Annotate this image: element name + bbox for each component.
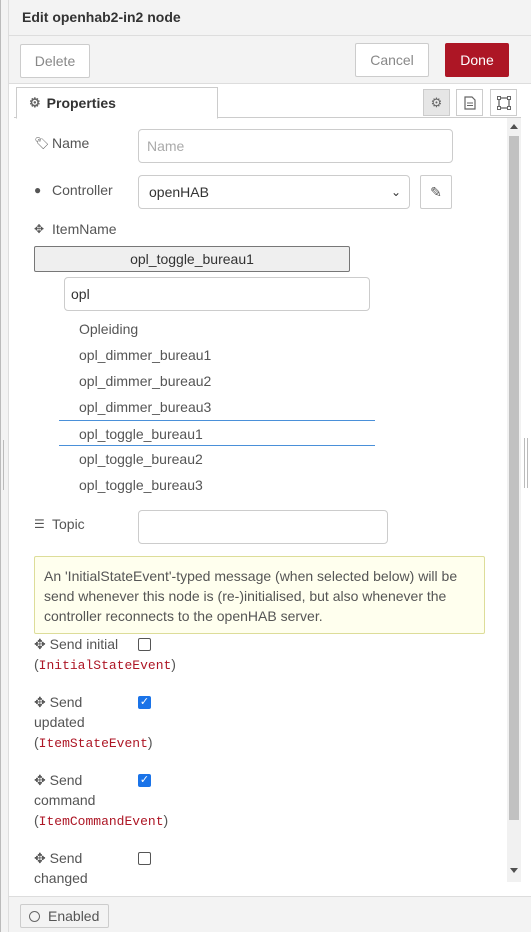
controller-label: ● Controller bbox=[34, 182, 113, 198]
tag-icon: 🏷 bbox=[34, 136, 50, 150]
send-changed-text-2: changed bbox=[34, 870, 88, 886]
info-box: An 'InitialStateEvent'-typed message (wh… bbox=[34, 556, 485, 634]
controller-select[interactable]: openHAB ⌄ bbox=[138, 175, 410, 209]
scroll-down-arrow-icon[interactable] bbox=[510, 868, 518, 873]
name-label: 🏷 Name bbox=[34, 135, 89, 151]
name-input-placeholder: Name bbox=[147, 138, 185, 154]
itemname-selected-button[interactable]: opl_toggle_bureau1 bbox=[34, 246, 350, 272]
scroll-thumb[interactable] bbox=[509, 136, 519, 820]
edit-controller-button[interactable]: ✎ bbox=[420, 175, 452, 209]
send-command-text-1: Send bbox=[49, 772, 83, 788]
topic-label-text: Topic bbox=[52, 516, 85, 532]
tray-header: Edit openhab2-in2 node bbox=[9, 0, 531, 36]
send-updated-label: ✥ Send updated (ItemStateEvent) bbox=[34, 694, 153, 751]
itemname-option-list: Opleiding opl_dimmer_bureau1 opl_dimmer_… bbox=[59, 316, 375, 498]
list-item[interactable]: opl_dimmer_bureau2 bbox=[59, 368, 375, 394]
enabled-label: Enabled bbox=[48, 908, 100, 924]
name-input[interactable]: Name bbox=[138, 129, 453, 163]
list-item-selected[interactable]: opl_toggle_bureau1 bbox=[59, 420, 375, 446]
send-initial-label: ✥ Send initial (InitialStateEvent) bbox=[34, 636, 176, 673]
list-item[interactable]: Opleiding bbox=[59, 316, 375, 342]
frame-icon bbox=[496, 95, 511, 110]
vertical-scrollbar[interactable] bbox=[507, 118, 521, 882]
right-resize-handle[interactable] bbox=[524, 438, 528, 488]
arrows-icon: ✥ bbox=[34, 636, 46, 652]
list-item[interactable]: opl_toggle_bureau2 bbox=[59, 446, 375, 472]
tab-properties-label: Properties bbox=[46, 95, 116, 111]
globe-icon: ● bbox=[34, 183, 42, 197]
itemname-filter-input[interactable]: opl bbox=[64, 277, 370, 311]
send-initial-text: Send initial bbox=[49, 636, 119, 652]
send-command-event: ItemCommandEvent bbox=[38, 814, 164, 829]
send-changed-checkbox[interactable] bbox=[138, 852, 151, 865]
itemname-label: ✥ ItemName bbox=[34, 221, 117, 237]
send-updated-text-2: updated bbox=[34, 714, 85, 730]
list-item[interactable]: opl_dimmer_bureau1 bbox=[59, 342, 375, 368]
list-item[interactable]: opl_toggle_bureau3 bbox=[59, 472, 375, 498]
send-command-text-2: command bbox=[34, 792, 96, 808]
list-icon: ☰ bbox=[34, 517, 45, 531]
chevron-down-icon: ⌄ bbox=[390, 185, 401, 199]
list-item[interactable]: opl_dimmer_bureau3 bbox=[59, 394, 375, 420]
circle-icon bbox=[29, 910, 40, 922]
topic-input[interactable] bbox=[138, 510, 388, 544]
pencil-icon: ✎ bbox=[430, 183, 442, 200]
document-icon bbox=[463, 95, 476, 110]
tray-title: Edit openhab2-in2 node bbox=[22, 9, 181, 25]
send-changed-text-1: Send bbox=[49, 850, 83, 866]
cancel-button[interactable]: Cancel bbox=[355, 43, 429, 77]
arrows-icon: ✥ bbox=[34, 694, 46, 710]
send-changed-label: ✥ Send changed bbox=[34, 848, 88, 888]
send-updated-checkbox[interactable]: ✓ bbox=[138, 696, 151, 709]
tab-settings-icon-button[interactable]: ⚙ bbox=[423, 89, 450, 116]
gear-icon: ⚙ bbox=[430, 94, 443, 110]
arrows-icon: ✥ bbox=[34, 772, 46, 788]
tab-appearance-icon-button[interactable] bbox=[490, 89, 517, 116]
edit-node-tray: Edit openhab2-in2 node Delete Cancel Don… bbox=[0, 0, 531, 932]
tab-bar: ⚙ Properties ⚙ bbox=[14, 87, 521, 119]
arrows-icon: ✥ bbox=[34, 850, 46, 866]
send-command-checkbox[interactable]: ✓ bbox=[138, 774, 151, 787]
arrows-icon: ✥ bbox=[34, 222, 45, 236]
enabled-toggle-button[interactable]: Enabled bbox=[20, 904, 109, 928]
controller-label-text: Controller bbox=[52, 182, 113, 198]
send-initial-checkbox[interactable] bbox=[138, 638, 151, 651]
scroll-up-arrow-icon[interactable] bbox=[510, 124, 518, 129]
delete-button[interactable]: Delete bbox=[20, 44, 90, 78]
send-updated-text-1: Send bbox=[49, 694, 83, 710]
name-label-text: Name bbox=[52, 135, 90, 151]
properties-panel: 🏷 Name Name ● Controller openHAB ⌄ ✎ ✥ I… bbox=[14, 118, 508, 896]
gear-icon: ⚙ bbox=[29, 95, 41, 110]
left-resize-handle[interactable] bbox=[3, 440, 6, 490]
tray-footer: Enabled bbox=[9, 896, 531, 932]
tab-properties[interactable]: ⚙ Properties bbox=[16, 87, 218, 119]
done-button[interactable]: Done bbox=[445, 43, 509, 77]
send-initial-event: InitialStateEvent bbox=[38, 658, 172, 673]
send-updated-event: ItemStateEvent bbox=[38, 736, 148, 751]
tray-toolbar: Delete Cancel Done bbox=[9, 36, 531, 84]
controller-select-value: openHAB bbox=[149, 184, 209, 200]
topic-label: ☰ Topic bbox=[34, 516, 85, 532]
itemname-label-text: ItemName bbox=[52, 221, 117, 237]
tab-description-icon-button[interactable] bbox=[456, 89, 483, 116]
